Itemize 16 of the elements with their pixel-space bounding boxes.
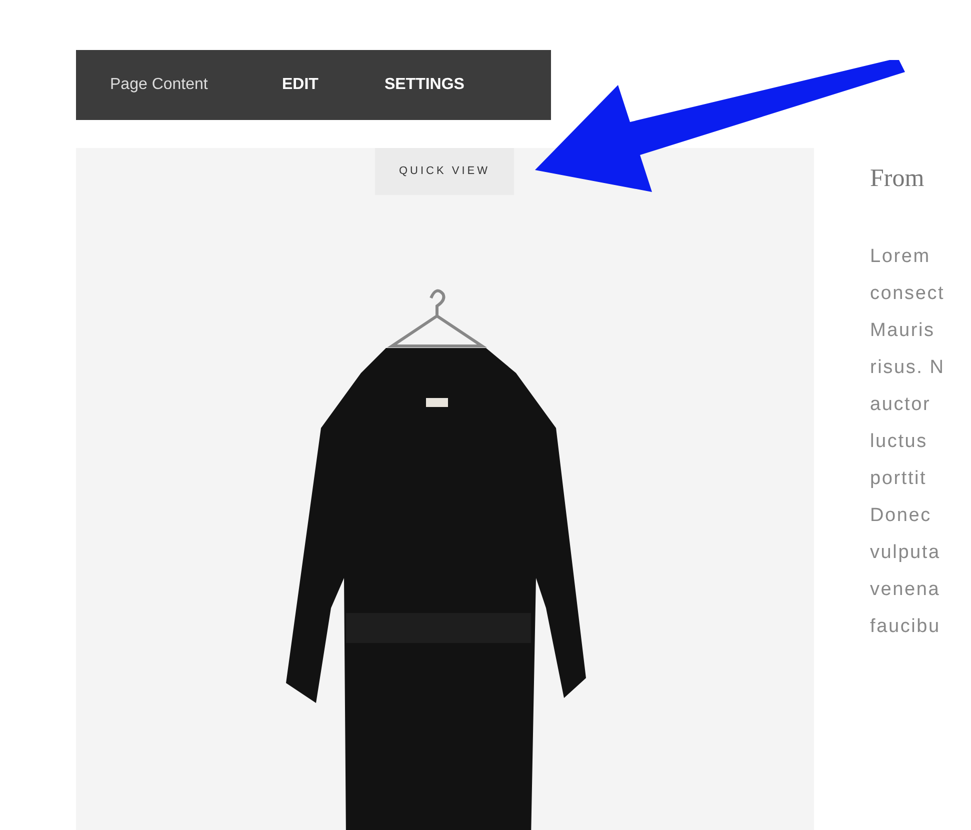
toolbar-link[interactable]: SETTINGS — [384, 73, 464, 97]
description-text-line: Donec — [870, 504, 932, 528]
page-content-label: Page Content — [110, 75, 209, 95]
description-text-line: auctor — [870, 392, 932, 416]
description-text-line: venena — [870, 578, 942, 602]
toolbar-link[interactable]: EDIT — [282, 73, 318, 97]
description-heading: From — [870, 164, 926, 194]
description-text-line: faucibu — [870, 614, 942, 638]
description-text-line: risus. N — [870, 356, 946, 380]
description-text-line: consect — [870, 282, 946, 306]
quick-view-button[interactable]: QUICK VIEW — [375, 148, 514, 195]
description-text-line: porttit — [870, 466, 928, 490]
description-text-line: Mauris — [870, 318, 936, 342]
description-text-line: Lorem — [870, 244, 932, 268]
description-text-line: luctus — [870, 430, 928, 454]
description-text-line: vulputa — [870, 540, 942, 564]
